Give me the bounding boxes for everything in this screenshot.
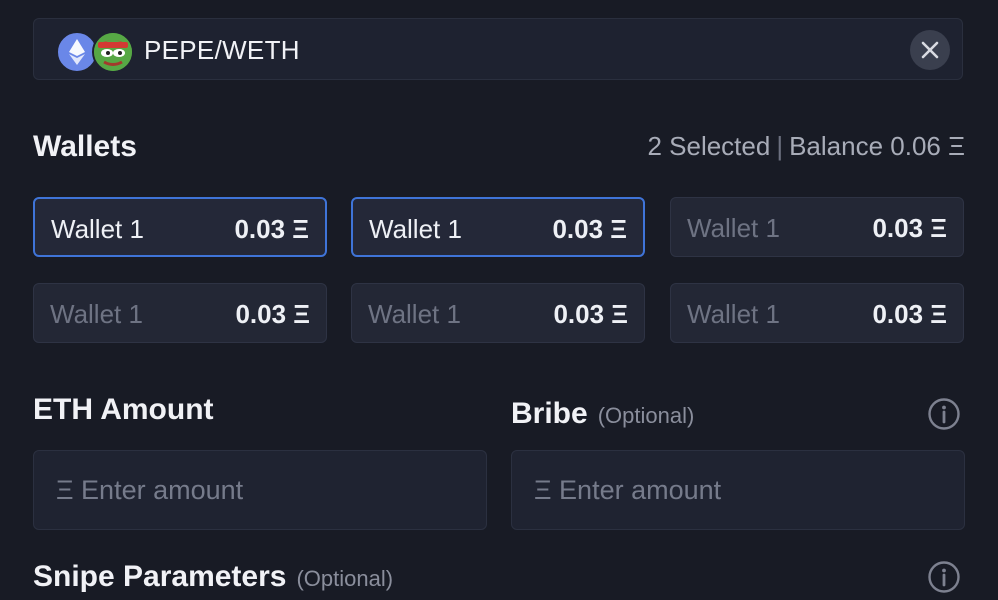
wallet-balance: 0.03 Ξ <box>872 213 947 243</box>
token-pair-icons <box>56 31 136 73</box>
snipe-info-icon[interactable] <box>927 560 961 594</box>
wallet-card[interactable]: Wallet 1 0.03 Ξ <box>670 283 964 343</box>
close-button[interactable] <box>910 30 950 70</box>
wallet-card[interactable]: Wallet 1 0.03 Ξ <box>33 283 327 343</box>
wallet-name: Wallet 1 <box>368 299 461 329</box>
snipe-parameters-label: Snipe Parameters (Optional) <box>33 560 393 594</box>
eth-amount-input[interactable] <box>33 450 487 530</box>
wallet-balance: 0.03 Ξ <box>553 299 628 329</box>
selected-count: 2 Selected <box>647 131 771 161</box>
wallets-title: Wallets <box>33 130 137 163</box>
snipe-optional-tag: (Optional) <box>296 566 394 591</box>
wallet-name: Wallet 1 <box>687 213 780 243</box>
pair-label: PEPE/WETH <box>144 35 300 65</box>
wallet-name: Wallet 1 <box>51 214 144 244</box>
wallet-balance: 0.03 Ξ <box>235 299 310 329</box>
wallet-balance: 0.03 Ξ <box>552 214 627 244</box>
bribe-label-text: Bribe <box>511 397 588 430</box>
info-icon <box>928 398 960 430</box>
summary-separator: | <box>776 131 784 161</box>
snipe-parameters-text: Snipe Parameters <box>33 560 287 593</box>
wallets-summary: 2 Selected | Balance 0.06 Ξ <box>647 131 965 162</box>
wallet-balance: 0.03 Ξ <box>872 299 947 329</box>
info-icon <box>928 561 960 593</box>
wallet-name: Wallet 1 <box>369 214 462 244</box>
bribe-optional-tag: (Optional) <box>597 403 695 428</box>
bribe-amount-input[interactable] <box>511 450 965 530</box>
wallet-balance: 0.03 Ξ <box>234 214 309 244</box>
snipe-panel: PEPE/WETH Wallets 2 Selected | Balance 0.0… <box>0 0 998 600</box>
wallet-card[interactable]: Wallet 1 0.03 Ξ <box>670 197 964 257</box>
wallet-name: Wallet 1 <box>50 299 143 329</box>
eth-amount-label: ETH Amount <box>33 393 214 426</box>
pepe-token-icon <box>92 31 134 73</box>
wallet-card[interactable]: Wallet 1 0.03 Ξ <box>351 283 645 343</box>
bribe-info-icon[interactable] <box>927 397 961 431</box>
close-icon <box>921 41 939 59</box>
total-balance: Balance 0.06 Ξ <box>789 131 965 161</box>
pair-selector[interactable]: PEPE/WETH <box>33 18 963 80</box>
bribe-label: Bribe (Optional) <box>511 397 694 431</box>
wallet-card[interactable]: Wallet 1 0.03 Ξ <box>351 197 645 257</box>
wallet-card[interactable]: Wallet 1 0.03 Ξ <box>33 197 327 257</box>
wallet-name: Wallet 1 <box>687 299 780 329</box>
